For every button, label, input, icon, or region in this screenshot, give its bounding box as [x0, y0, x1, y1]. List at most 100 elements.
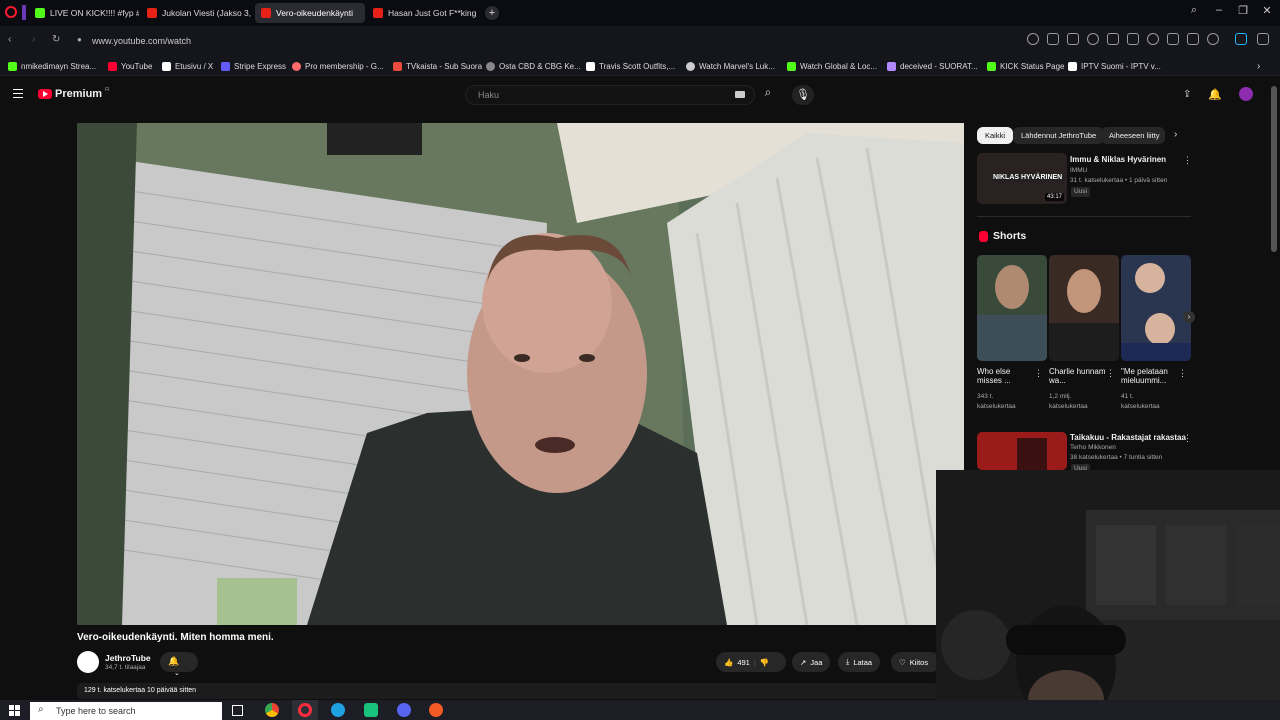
bookmark-item[interactable]: Stripe Express	[221, 62, 286, 71]
hamburger-menu-icon[interactable]	[13, 89, 23, 98]
more-options-icon[interactable]: ⋮	[1106, 368, 1115, 379]
vpn-icon[interactable]	[1087, 33, 1099, 45]
bookmark-item[interactable]: TVkaista - Sub Suora	[393, 62, 482, 71]
channel-avatar[interactable]	[77, 651, 99, 673]
bookmark-item[interactable]: Pro membership - G...	[292, 62, 384, 71]
upload-icon[interactable]: ⇪	[1183, 89, 1191, 100]
video-thumbnail[interactable]	[977, 432, 1067, 470]
short-thumbnail[interactable]	[1121, 255, 1191, 361]
video-player[interactable]	[77, 123, 964, 625]
user-avatar[interactable]	[1239, 87, 1253, 101]
short-title[interactable]: Who else misses ...	[977, 367, 1037, 385]
chrome-app-icon[interactable]	[265, 703, 279, 717]
minimize-button[interactable]: –	[1210, 4, 1228, 16]
settings-icon[interactable]	[1257, 33, 1269, 45]
recommended-title[interactable]: Taikakuu - Rakastajat rakastaa	[1070, 433, 1186, 442]
chip-from-channel[interactable]: Lähdennut JethroTube	[1013, 127, 1105, 144]
tab-hasan[interactable]: Hasan Just Got F**king De	[367, 3, 477, 23]
like-count[interactable]: 491	[737, 658, 750, 667]
sidebar-toggle-icon[interactable]	[22, 5, 26, 20]
url-field[interactable]: www.youtube.com/watch	[72, 31, 1012, 51]
taskbar-search-input[interactable]: Type here to search	[30, 702, 222, 720]
bookmark-item[interactable]: Watch Marvel's Luk...	[686, 62, 775, 71]
forward-icon[interactable]: ›	[32, 34, 35, 45]
download-button[interactable]: ⤓ Lataa	[838, 652, 881, 672]
back-icon[interactable]: ‹	[8, 34, 11, 45]
more-bookmarks-icon[interactable]: ›	[1257, 61, 1260, 72]
chip-scroll-right-icon[interactable]: ›	[1174, 129, 1177, 140]
recommended-title[interactable]: Immu & Niklas Hyvärinen	[1070, 155, 1166, 164]
youtube-icon	[108, 62, 117, 71]
share-button[interactable]: ↗ Jaa	[792, 652, 831, 672]
bookmark-item[interactable]: Watch Global & Loc...	[787, 62, 877, 71]
chip-related[interactable]: Aiheeseen liitty	[1101, 127, 1165, 144]
bookmark-item[interactable]: Osta CBD & CBG Ke...	[486, 62, 581, 71]
search-input[interactable]: Haku	[465, 85, 755, 105]
new-tab-button[interactable]: +	[485, 6, 499, 20]
tab-kick-live[interactable]: LIVE ON KICK!!!! #fyp #kic	[29, 3, 139, 23]
more-options-icon[interactable]: ⋮	[1178, 368, 1187, 379]
download-icon[interactable]	[1167, 33, 1179, 45]
profile-icon[interactable]	[1207, 33, 1219, 45]
close-window-button[interactable]: ✕	[1258, 4, 1276, 17]
bookmark-item[interactable]: Etusivu / X	[162, 62, 213, 71]
thanks-button[interactable]: ♡ Kiitos	[891, 652, 941, 672]
discord-app-icon[interactable]	[397, 703, 411, 717]
short-thumbnail[interactable]	[1049, 255, 1119, 361]
aria-icon[interactable]	[1235, 33, 1247, 45]
snapshot-icon[interactable]	[1067, 33, 1079, 45]
edit-icon[interactable]	[1047, 33, 1059, 45]
video-thumbnail[interactable]: NIKLAS HYVÄRINEN 43:17	[977, 153, 1067, 204]
short-title[interactable]: "Me pelataan mieluummi...	[1121, 367, 1181, 385]
opera-logo-icon[interactable]	[5, 6, 17, 18]
search-button[interactable]: ⌕	[756, 85, 780, 105]
recommended-channel[interactable]: IMMU	[1070, 166, 1087, 176]
page-scrollbar[interactable]	[1271, 86, 1277, 252]
bookmark-item[interactable]: nmikedimayn Strea...	[8, 62, 96, 71]
search-tabs-icon[interactable]: ⌕	[1185, 4, 1203, 17]
thumbs-up-icon[interactable]: 👍	[724, 658, 733, 667]
site-icon	[787, 62, 796, 71]
tab-vero-oikeudenkaynti[interactable]: Vero-oikeudenkäynti	[255, 3, 365, 23]
more-options-icon[interactable]: ⋮	[1183, 433, 1192, 444]
short-thumbnail[interactable]	[977, 255, 1047, 361]
chip-all[interactable]: Kaikki	[977, 127, 1014, 144]
bookmark-item[interactable]: YouTube	[108, 62, 152, 71]
reload-icon[interactable]: ↻	[52, 34, 60, 45]
bookmark-item[interactable]: deceived - SUORAT...	[887, 62, 978, 71]
maximize-button[interactable]: ❐	[1234, 4, 1252, 17]
more-options-icon[interactable]: ⋮	[1034, 368, 1043, 379]
windows-start-icon[interactable]	[9, 705, 20, 716]
youtube-icon	[147, 8, 157, 18]
search-page-icon[interactable]	[1027, 33, 1039, 45]
youtube-icon	[373, 8, 383, 18]
player-icon[interactable]	[1127, 33, 1139, 45]
edge-app-icon[interactable]	[331, 703, 345, 717]
shorts-next-icon[interactable]: ›	[1183, 311, 1195, 323]
heart-icon[interactable]	[1147, 33, 1159, 45]
youtube-premium-logo[interactable]: Premium FI	[38, 87, 110, 100]
app-icon[interactable]	[364, 703, 378, 717]
site-icon	[887, 62, 896, 71]
subscribed-bell-button[interactable]: 🔔⌄	[160, 652, 198, 677]
extension-icon[interactable]	[1107, 33, 1119, 45]
channel-name[interactable]: JethroTube	[105, 653, 151, 663]
menu-lines-icon[interactable]	[1187, 33, 1199, 45]
app-icon[interactable]	[429, 703, 443, 717]
more-options-icon[interactable]: ⋮	[1183, 155, 1192, 166]
shorts-heading: Shorts	[993, 230, 1027, 242]
microphone-icon[interactable]: 🎙	[792, 85, 814, 105]
tab-jukolan-viesti[interactable]: Jukolan Viesti (Jakso 3, Ka	[141, 3, 251, 23]
task-view-icon[interactable]	[232, 705, 243, 716]
tab-label: Jukolan Viesti (Jakso 3, Ka	[162, 8, 251, 18]
recommended-channel[interactable]: Terho Mikkonen	[1070, 443, 1116, 453]
short-title[interactable]: Charlie hunnam wa...	[1049, 367, 1109, 385]
bookmark-item[interactable]: KICK Status Page	[987, 62, 1064, 71]
keyboard-icon[interactable]	[735, 91, 745, 98]
thumbs-down-icon[interactable]: 👎	[760, 658, 769, 667]
notifications-bell-icon[interactable]: 🔔	[1208, 88, 1222, 101]
bookmark-item[interactable]: IPTV Suomi - IPTV v...	[1068, 62, 1161, 71]
kick-icon	[35, 8, 45, 18]
bookmark-item[interactable]: Travis Scott Outfits,...	[586, 62, 675, 71]
description-box[interactable]: 129 t. katselukertaa 10 päivää sitten	[77, 683, 937, 699]
